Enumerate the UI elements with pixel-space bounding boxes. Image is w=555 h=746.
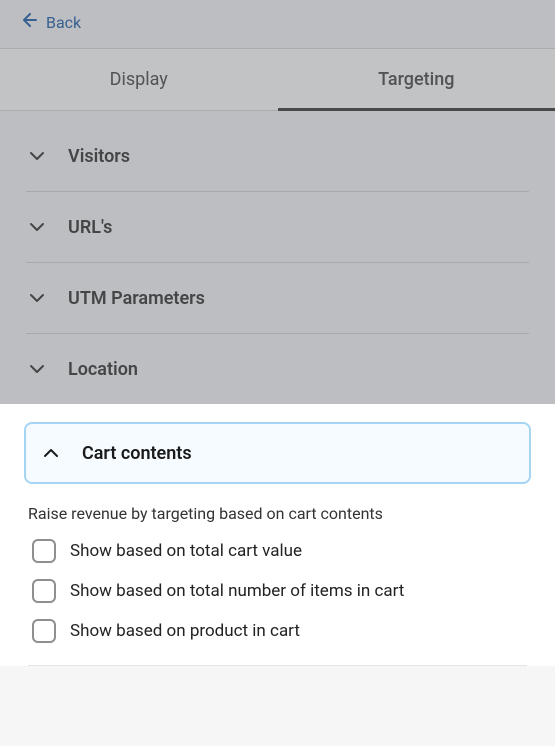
tabs: Display Targeting bbox=[0, 48, 555, 111]
back-label: Back bbox=[46, 13, 81, 32]
section-cart-contents[interactable]: Cart contents bbox=[24, 422, 531, 484]
section-title: Visitors bbox=[68, 146, 130, 167]
option-label: Show based on product in cart bbox=[70, 621, 300, 641]
section-title: Location bbox=[68, 359, 138, 380]
options-list: Show based on total cart value Show base… bbox=[28, 539, 527, 666]
section-title: Cart contents bbox=[82, 443, 192, 464]
tab-label: Display bbox=[110, 69, 168, 90]
option-label: Show based on total cart value bbox=[70, 541, 302, 561]
sections-list: Visitors URL's UTM Parameters Location bbox=[0, 111, 555, 404]
section-urls[interactable]: URL's bbox=[26, 192, 529, 263]
option-total-cart-value[interactable]: Show based on total cart value bbox=[32, 539, 523, 563]
section-description: Raise revenue by targeting based on cart… bbox=[28, 504, 527, 523]
cart-contents-panel: Cart contents Raise revenue by targeting… bbox=[0, 404, 555, 666]
tab-display[interactable]: Display bbox=[0, 49, 278, 110]
tab-label: Targeting bbox=[378, 69, 454, 90]
section-title: UTM Parameters bbox=[68, 288, 205, 309]
option-total-items[interactable]: Show based on total number of items in c… bbox=[32, 579, 523, 603]
chevron-down-icon bbox=[26, 216, 48, 238]
section-utm-parameters[interactable]: UTM Parameters bbox=[26, 263, 529, 334]
chevron-down-icon bbox=[26, 145, 48, 167]
header: Back bbox=[0, 0, 555, 48]
checkbox[interactable] bbox=[32, 619, 56, 643]
back-button[interactable]: Back bbox=[18, 10, 81, 34]
checkbox[interactable] bbox=[32, 539, 56, 563]
chevron-down-icon bbox=[26, 287, 48, 309]
checkbox[interactable] bbox=[32, 579, 56, 603]
chevron-up-icon bbox=[40, 442, 62, 464]
section-visitors[interactable]: Visitors bbox=[26, 137, 529, 192]
option-product-in-cart[interactable]: Show based on product in cart bbox=[32, 619, 523, 643]
option-label: Show based on total number of items in c… bbox=[70, 581, 404, 601]
section-title: URL's bbox=[68, 217, 112, 238]
arrow-left-icon bbox=[18, 10, 38, 34]
chevron-down-icon bbox=[26, 358, 48, 380]
section-location[interactable]: Location bbox=[26, 334, 529, 404]
tab-targeting[interactable]: Targeting bbox=[278, 49, 555, 110]
